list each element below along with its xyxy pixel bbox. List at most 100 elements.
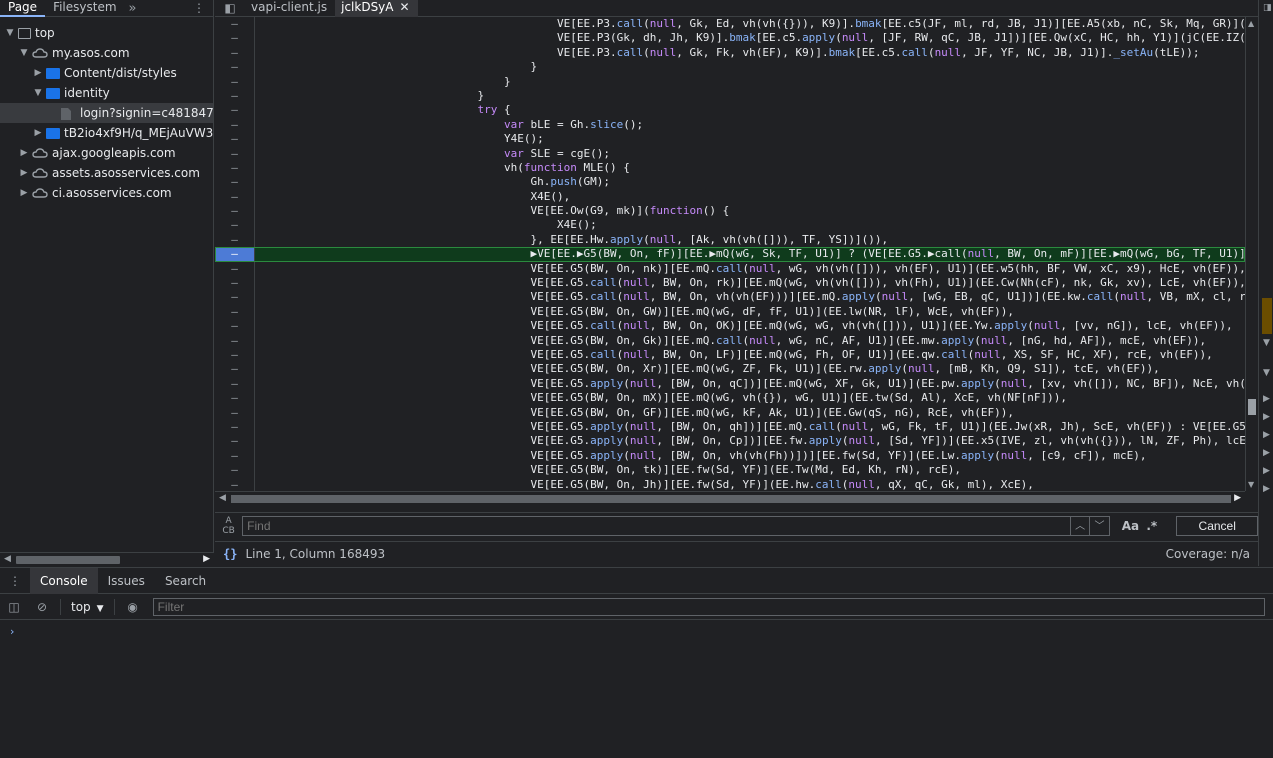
code-line[interactable]: – var SLE = cgE(); — [215, 146, 1245, 161]
code-line[interactable]: – VE[EE.G5(BW, On, Xr)][EE.mQ(wG, ZF, Fk… — [215, 362, 1245, 377]
line-gutter[interactable]: – — [215, 434, 255, 449]
code-line[interactable]: – VE[EE.G5.apply(null, [BW, On, qC])][EE… — [215, 376, 1245, 392]
line-gutter[interactable]: – — [215, 103, 255, 118]
code-line[interactable]: – X4E(); — [215, 218, 1245, 233]
line-gutter[interactable]: – — [215, 189, 255, 205]
chevron-right-icon[interactable]: ▶ — [1263, 430, 1270, 440]
code-line[interactable]: – VE[EE.G5.apply(null, [BW, On, vh(vh(Fh… — [215, 448, 1245, 464]
code-line[interactable]: – VE[EE.P3(Gk, dh, Jh, K9)].bmak[EE.c5.a… — [215, 31, 1245, 46]
code-line[interactable]: – VE[EE.G5(BW, On, Jh)][EE.fw(Sd, YF)](E… — [215, 477, 1245, 491]
chevron-down-icon[interactable]: ▼ — [4, 28, 16, 38]
line-gutter[interactable]: – — [215, 88, 255, 104]
clear-console-icon[interactable]: ⊘ — [28, 600, 56, 614]
line-gutter[interactable]: – — [215, 160, 255, 176]
line-gutter[interactable]: – — [215, 45, 255, 61]
code-line[interactable]: – VE[EE.G5.apply(null, [BW, On, Cp])][EE… — [215, 434, 1245, 449]
scroll-right-icon[interactable]: ▶ — [1234, 493, 1241, 503]
code-line[interactable]: – VE[EE.G5.call(null, BW, On, rk)][EE.mQ… — [215, 276, 1245, 291]
filter-input[interactable] — [152, 598, 1265, 616]
line-gutter[interactable]: – — [215, 132, 255, 147]
tree-item[interactable]: ▼ top — [0, 23, 213, 43]
line-gutter[interactable]: – — [215, 175, 255, 190]
code-line[interactable]: – } — [215, 88, 1245, 104]
line-gutter[interactable]: – — [215, 146, 255, 161]
line-gutter[interactable]: – — [215, 362, 255, 377]
code-line[interactable]: – Y4E(); — [215, 132, 1245, 147]
code-line[interactable]: – VE[EE.G5.call(null, BW, On, LF)][EE.mQ… — [215, 347, 1245, 363]
tree-item[interactable]: ▶ ci.asosservices.com — [0, 183, 213, 203]
scroll-left-icon[interactable]: ◀ — [4, 554, 11, 564]
chevron-down-icon[interactable]: ▼ — [18, 48, 30, 58]
navigator-horizontal-scrollbar[interactable]: ◀ ▶ — [0, 552, 214, 566]
find-input[interactable] — [242, 515, 1071, 536]
chevron-right-icon[interactable]: ▶ — [18, 168, 30, 178]
replace-toggle-icon[interactable]: A CB — [215, 516, 242, 536]
code-line[interactable]: – VE[EE.G5(BW, On, mX)][EE.mQ(wG, vh({})… — [215, 391, 1245, 406]
line-gutter[interactable]: – — [215, 60, 255, 75]
line-gutter[interactable]: – — [215, 232, 255, 248]
scrollbar-thumb[interactable] — [1248, 399, 1256, 415]
line-gutter[interactable]: – — [215, 477, 255, 491]
tab-jclkdsya[interactable]: jclkDSyA ✕ — [335, 0, 418, 17]
code-line[interactable]: – } — [215, 74, 1245, 89]
line-gutter[interactable]: – — [215, 319, 255, 334]
tree-item[interactable]: ▼ my.asos.com — [0, 43, 213, 63]
scroll-right-icon[interactable]: ▶ — [203, 554, 210, 564]
code-line[interactable]: – VE[EE.Ow(G9, mk)](function() { — [215, 204, 1245, 219]
code-line[interactable]: – Gh.push(GM); — [215, 175, 1245, 190]
line-gutter[interactable]: – — [215, 463, 255, 478]
chevron-down-icon[interactable]: ▼ — [32, 88, 44, 98]
coverage-status[interactable]: Coverage: n/a — [1166, 547, 1250, 561]
tab-search[interactable]: Search — [155, 568, 216, 594]
line-gutter[interactable]: – — [215, 290, 255, 305]
line-gutter[interactable]: – — [215, 304, 255, 320]
tree-item[interactable]: ▶ tB2io4xf9H/q_MEjAuVW3/Ea — [0, 123, 213, 143]
regex-button[interactable]: .* — [1141, 519, 1162, 533]
line-gutter[interactable]: – — [215, 204, 255, 219]
code-line[interactable]: – }, EE[EE.Hw.apply(null, [Ak, vh(vh([])… — [215, 232, 1245, 248]
tab-filesystem[interactable]: Filesystem — [45, 0, 124, 17]
console-prompt[interactable]: › — [10, 625, 14, 638]
drawer-menu-icon[interactable]: ⋮ — [0, 574, 30, 588]
code-line[interactable]: – } — [215, 60, 1245, 75]
chevron-down-icon[interactable]: ▼ — [1263, 368, 1270, 378]
pretty-print-button[interactable]: {} — [223, 547, 237, 561]
line-gutter[interactable]: – — [215, 261, 255, 277]
code-line[interactable]: – VE[EE.G5.call(null, BW, On, vh(vh(EF))… — [215, 290, 1245, 305]
find-previous-icon[interactable]: ︿ — [1070, 515, 1091, 536]
line-gutter[interactable]: – — [215, 31, 255, 46]
chevron-right-icon[interactable]: ▶ — [1263, 394, 1270, 404]
chevron-right-icon[interactable]: ▶ — [18, 188, 30, 198]
chevron-right-icon[interactable]: ▶ — [1263, 412, 1270, 422]
chevron-right-icon[interactable]: ▶ — [32, 68, 44, 78]
line-gutter[interactable]: – — [215, 17, 255, 32]
code-line[interactable]: – VE[EE.P3.call(null, Gk, Ed, vh(vh({}))… — [215, 17, 1245, 32]
code-line[interactable]: – VE[EE.G5(BW, On, nk)][EE.mQ.call(null,… — [215, 261, 1245, 277]
line-gutter[interactable]: – — [215, 117, 255, 133]
code-line[interactable]: – try { — [215, 103, 1245, 118]
line-gutter[interactable]: – — [215, 74, 255, 89]
code-line[interactable]: – VE[EE.G5.call(null, BW, On, OK)][EE.mQ… — [215, 319, 1245, 334]
scroll-down-icon[interactable]: ▼ — [1248, 480, 1254, 489]
paused-code-line[interactable]: – ▶VE[EE.▶G5(BW, On, fF)][EE.▶mQ(wG, Sk,… — [215, 247, 1245, 262]
tree-item[interactable]: ▶ ajax.googleapis.com — [0, 143, 213, 163]
code-line[interactable]: – VE[EE.G5.apply(null, [BW, On, qh])][EE… — [215, 419, 1245, 435]
tab-page[interactable]: Page — [0, 0, 46, 17]
find-next-icon[interactable]: ﹀ — [1090, 515, 1110, 536]
tab-vapi-client[interactable]: vapi-client.js — [245, 0, 335, 17]
line-gutter[interactable]: – — [215, 347, 255, 363]
toggle-debugger-icon[interactable]: ◨ — [1263, 3, 1272, 13]
line-gutter[interactable]: – — [215, 247, 255, 262]
line-gutter[interactable]: – — [215, 448, 255, 464]
close-icon[interactable]: ✕ — [400, 0, 410, 14]
tree-item[interactable]: login?signin=c481847f3ae — [0, 103, 213, 123]
code-line[interactable]: – VE[EE.G5(BW, On, GW)][EE.mQ(wG, dF, fF… — [215, 304, 1245, 320]
tree-item[interactable]: ▼ identity — [0, 83, 213, 103]
toggle-navigator-icon[interactable]: ◧ — [215, 1, 245, 15]
code-line[interactable]: – VE[EE.P3.call(null, Gk, Fk, vh(EF), K9… — [215, 45, 1245, 61]
line-gutter[interactable]: – — [215, 405, 255, 420]
tree-item[interactable]: ▶ Content/dist/styles — [0, 63, 213, 83]
tab-issues[interactable]: Issues — [98, 568, 155, 594]
code-line[interactable]: – var bLE = Gh.slice(); — [215, 117, 1245, 133]
tab-console[interactable]: Console — [30, 567, 98, 594]
